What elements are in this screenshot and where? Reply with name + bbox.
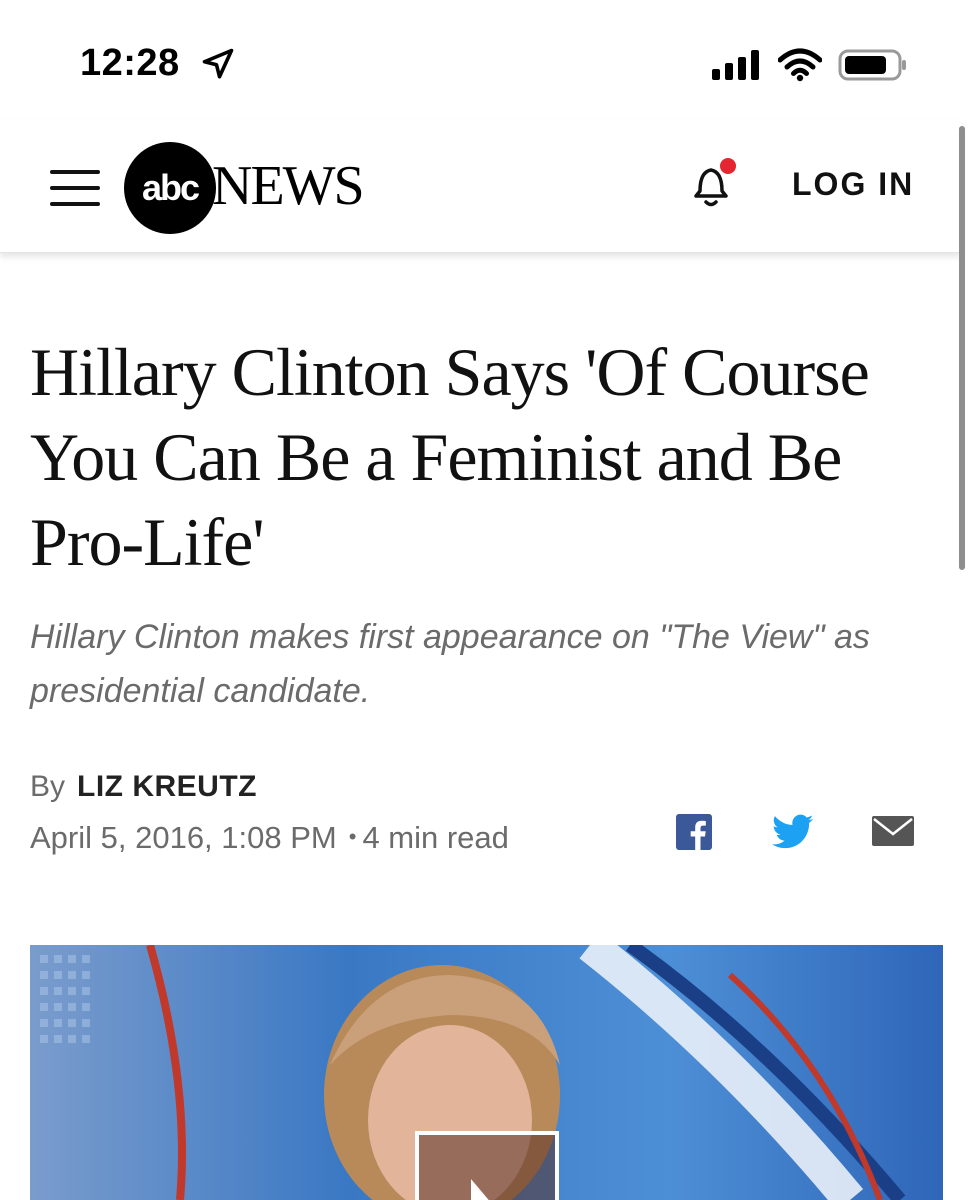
publish-date: April 5, 2016, 1:08 PM	[30, 820, 337, 855]
scrollbar[interactable]	[959, 126, 965, 570]
login-button[interactable]: LOG IN	[792, 166, 914, 203]
article-meta: April 5, 2016, 1:08 PM • 4 min read	[30, 820, 509, 856]
cellular-signal-icon	[712, 50, 759, 80]
site-header: abc NEWS LOG IN	[0, 120, 961, 253]
play-icon	[471, 1179, 489, 1200]
abc-logo[interactable]: abc	[124, 142, 216, 234]
facebook-icon[interactable]	[676, 814, 712, 850]
location-arrow-icon	[202, 48, 234, 79]
play-button[interactable]	[415, 1131, 559, 1200]
notification-dot	[720, 158, 736, 174]
bell-icon[interactable]	[686, 156, 742, 212]
mail-icon[interactable]	[872, 816, 914, 846]
news-wordmark[interactable]: NEWS	[212, 156, 365, 216]
author-name[interactable]: LIZ KREUTZ	[77, 770, 257, 803]
by-label: By	[30, 770, 66, 803]
article-headline: Hillary Clinton Says 'Of Course You Can …	[30, 334, 870, 580]
meta-separator: •	[348, 824, 357, 849]
wifi-icon	[778, 48, 822, 82]
read-time: 4 min read	[362, 820, 509, 855]
twitter-icon[interactable]	[772, 814, 814, 850]
menu-icon[interactable]	[50, 168, 100, 208]
article-subheadline: Hillary Clinton makes first appearance o…	[30, 618, 870, 710]
status-time: 12:28	[80, 42, 180, 84]
battery-icon	[838, 49, 906, 81]
byline: By LIZ KREUTZ	[30, 770, 257, 804]
hero-video-thumbnail[interactable]	[30, 945, 943, 1200]
status-bar: 12:28	[0, 0, 973, 120]
